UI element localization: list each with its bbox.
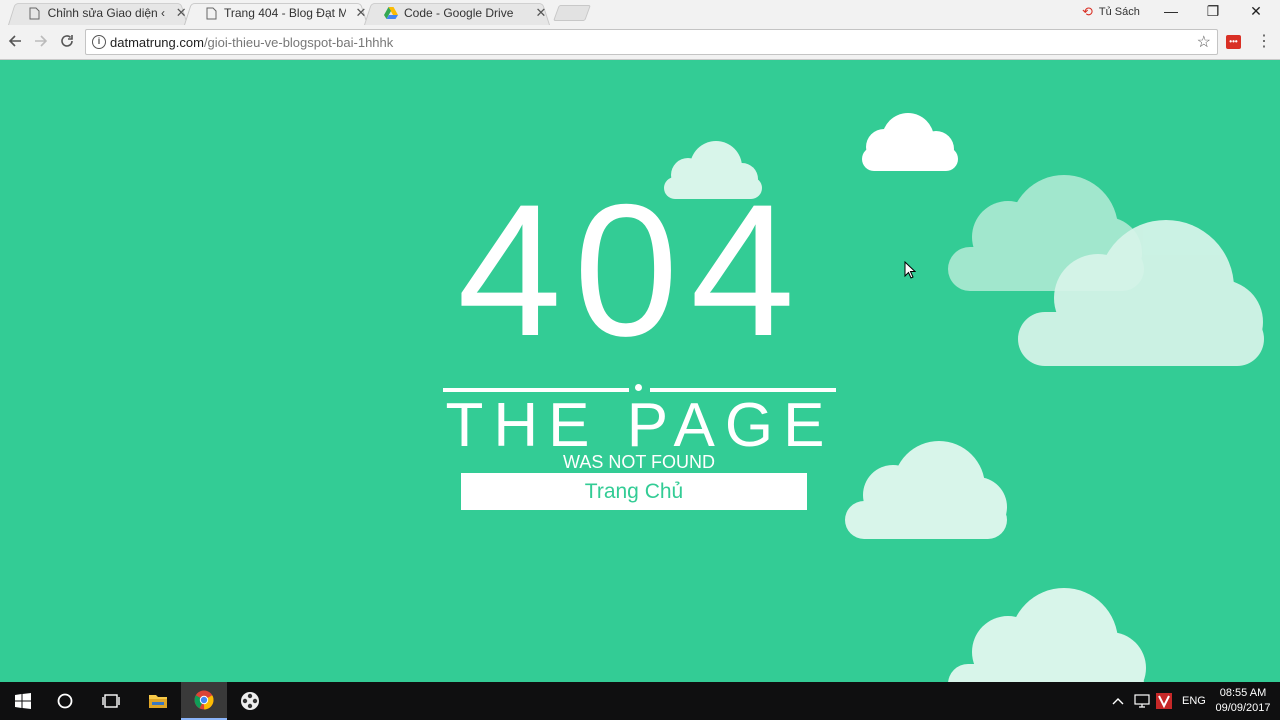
cloud-icon [862, 113, 958, 171]
menu-icon[interactable]: ⋮ [1256, 31, 1272, 53]
subheadline: WAS NOT FOUND [563, 452, 715, 472]
clock-time: 08:55 AM [1219, 687, 1267, 699]
google-drive-icon [384, 6, 398, 20]
windows-icon [15, 693, 31, 709]
profile-icon: ⟲ [1082, 4, 1093, 19]
headline: THE PAGE [445, 391, 835, 460]
back-arrow-icon [8, 35, 21, 47]
taskbar: ENG 08:55 AM 09/09/2017 [0, 682, 1280, 720]
close-window-button[interactable]: ✕ [1234, 0, 1278, 24]
tab-google-drive[interactable]: Code - Google Drive ✕ [364, 1, 550, 25]
bookmark-star-icon[interactable]: ☆ [1197, 32, 1211, 52]
forward-arrow-icon [35, 35, 48, 47]
tab-edit-theme[interactable]: Chỉnh sửa Giao diện ‹ Đạ ✕ [8, 1, 188, 25]
mouse-cursor-icon [904, 261, 916, 279]
info-icon[interactable]: i [92, 35, 106, 49]
start-button[interactable] [0, 682, 46, 720]
tab-404[interactable]: Trang 404 - Blog Đạt Ma ✕ [184, 1, 368, 25]
file-explorer-button[interactable] [135, 682, 181, 720]
cortana-icon [57, 693, 73, 709]
forward-button[interactable] [29, 31, 53, 55]
tab-strip: Chỉnh sửa Giao diện ‹ Đạ ✕ Trang 404 - B… [0, 0, 1280, 25]
chrome-button[interactable] [181, 682, 227, 720]
url-text[interactable]: datmatrung.com/gioi-thieu-ve-blogspot-ba… [110, 35, 393, 50]
cloud-icon [845, 441, 1007, 539]
unikey-icon[interactable] [1156, 682, 1172, 720]
error-page: 404 THE PAGE WAS NOT FOUND Trang Chủ [0, 61, 1280, 682]
tray-chevron-icon[interactable] [1112, 682, 1124, 720]
cloud-icon [948, 588, 1146, 682]
profile-button[interactable]: ⟲ Tủ Sách [1082, 4, 1140, 20]
close-icon[interactable]: ✕ [534, 6, 548, 20]
divider-dot [635, 384, 642, 391]
tab-title: Chỉnh sửa Giao diện ‹ Đạ [47, 6, 167, 20]
tab-title: Code - Google Drive [404, 6, 514, 20]
minimize-button[interactable]: — [1149, 0, 1193, 24]
profile-name: Tủ Sách [1098, 6, 1140, 18]
error-code: 404 [457, 165, 807, 375]
extension-icon[interactable]: ••• [1226, 35, 1241, 49]
language-indicator[interactable]: ENG [1182, 682, 1206, 720]
page-icon [204, 6, 218, 20]
back-button[interactable] [3, 31, 27, 55]
network-icon[interactable] [1134, 682, 1150, 720]
task-view-icon [102, 694, 120, 708]
reload-button[interactable] [55, 31, 79, 55]
clock-date: 09/09/2017 [1215, 702, 1271, 714]
film-reel-icon [241, 692, 259, 710]
new-tab-button[interactable] [553, 5, 591, 21]
cloud-icon [1018, 220, 1264, 366]
task-view-button[interactable] [88, 682, 134, 720]
search-button[interactable] [42, 682, 88, 720]
clock[interactable]: 08:55 AM 09/09/2017 [1210, 686, 1276, 716]
tab-title: Trang 404 - Blog Đạt Ma [224, 6, 346, 20]
folder-icon [149, 695, 167, 708]
browser-toolbar: i datmatrung.com/gioi-thieu-ve-blogspot-… [0, 25, 1280, 60]
reload-icon [61, 35, 73, 47]
chrome-icon [194, 690, 214, 710]
page-icon [28, 6, 42, 20]
media-app-button[interactable] [227, 682, 273, 720]
home-button[interactable]: Trang Chủ [461, 473, 807, 510]
restore-button[interactable]: ❐ [1191, 0, 1235, 24]
address-bar[interactable]: i datmatrung.com/gioi-thieu-ve-blogspot-… [85, 29, 1218, 55]
